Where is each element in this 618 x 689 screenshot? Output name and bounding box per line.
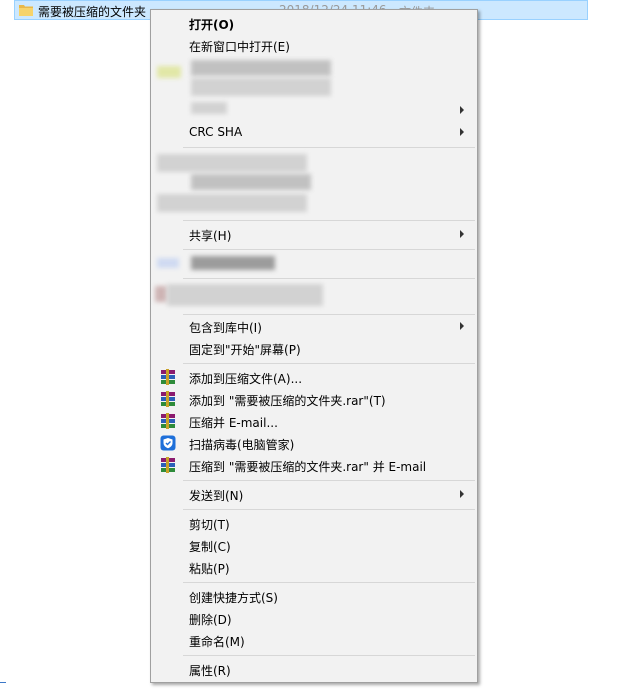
redacted-menu-text	[167, 284, 323, 306]
menu-item-label: 打开(O)	[189, 18, 235, 32]
winrar-books-icon	[161, 369, 175, 385]
menu-item-compress-rar-email[interactable]: 压缩到 "需要被压缩的文件夹.rar" 并 E-mail	[151, 454, 477, 476]
menu-item-open-new-window[interactable]: 在新窗口中打开(E)	[151, 34, 477, 56]
menu-item-label: 添加到 "需要被压缩的文件夹.rar"(T)	[189, 394, 386, 408]
menu-item-label: 在新窗口中打开(E)	[189, 40, 290, 54]
redacted-menu-text	[191, 256, 275, 270]
winrar-books-icon	[161, 457, 175, 473]
menu-item-redacted-submenu[interactable]	[151, 99, 477, 121]
menu-item-label: 重命名(M)	[189, 635, 245, 649]
menu-item-label: 包含到库中(I)	[189, 321, 262, 335]
menu-separator	[183, 220, 475, 221]
menu-item-delete[interactable]: 删除(D)	[151, 607, 477, 629]
menu-item-label: CRC SHA	[189, 125, 243, 139]
menu-item-copy[interactable]: 复制(C)	[151, 534, 477, 556]
redacted-icon	[155, 286, 167, 302]
menu-separator	[183, 249, 475, 250]
submenu-arrow-icon	[460, 230, 464, 238]
menu-item-label: 粘贴(P)	[189, 562, 230, 576]
submenu-arrow-icon	[460, 322, 464, 330]
winrar-books-icon	[161, 413, 175, 429]
menu-item-label: 属性(R)	[189, 664, 231, 678]
menu-item-cut[interactable]: 剪切(T)	[151, 512, 477, 534]
menu-separator	[183, 582, 475, 583]
context-menu: 打开(O) 在新窗口中打开(E) CRC SHA 共享(H) 包含到库中(I) …	[150, 9, 478, 683]
menu-separator	[183, 363, 475, 364]
redacted-icon	[157, 66, 181, 78]
menu-item-add-to-rar[interactable]: 添加到 "需要被压缩的文件夹.rar"(T)	[151, 388, 477, 410]
menu-separator	[183, 509, 475, 510]
menu-item-label: 发送到(N)	[189, 489, 244, 503]
menu-item-label: 压缩并 E-mail...	[189, 416, 278, 430]
menu-item-share[interactable]: 共享(H)	[151, 223, 477, 245]
menu-item-label: 删除(D)	[189, 613, 232, 627]
winrar-books-icon	[161, 391, 175, 407]
menu-item-label: 创建快捷方式(S)	[189, 591, 278, 605]
menu-item-label: 共享(H)	[189, 229, 232, 243]
edge-mark	[0, 682, 6, 686]
menu-item-rename[interactable]: 重命名(M)	[151, 629, 477, 651]
menu-separator	[183, 147, 475, 148]
file-name: 需要被压缩的文件夹	[38, 5, 147, 19]
redacted-menu-text	[191, 78, 331, 96]
submenu-arrow-icon	[460, 128, 464, 136]
redacted-icon	[157, 258, 179, 268]
menu-item-send-to[interactable]: 发送到(N)	[151, 483, 477, 505]
menu-item-crc-sha[interactable]: CRC SHA	[151, 121, 477, 143]
menu-item-paste[interactable]: 粘贴(P)	[151, 556, 477, 578]
menu-item-open[interactable]: 打开(O)	[151, 12, 477, 34]
menu-item-label: 扫描病毒(电脑管家)	[189, 438, 295, 452]
menu-item-label: 压缩到 "需要被压缩的文件夹.rar" 并 E-mail	[189, 460, 427, 474]
redacted-menu-text	[191, 174, 311, 190]
menu-separator	[183, 480, 475, 481]
menu-item-include-in-library[interactable]: 包含到库中(I)	[151, 315, 477, 337]
redacted-menu-text	[157, 154, 307, 172]
menu-item-create-shortcut[interactable]: 创建快捷方式(S)	[151, 585, 477, 607]
menu-separator	[183, 278, 475, 279]
menu-item-label: 剪切(T)	[189, 518, 230, 532]
menu-item-pin-to-start[interactable]: 固定到"开始"屏幕(P)	[151, 337, 477, 359]
menu-item-scan-virus[interactable]: 扫描病毒(电脑管家)	[151, 432, 477, 454]
menu-item-label: 添加到压缩文件(A)...	[189, 372, 303, 386]
submenu-arrow-icon	[460, 106, 464, 114]
redacted-menu-text	[157, 194, 307, 212]
menu-separator	[183, 655, 475, 656]
menu-item-add-to-archive[interactable]: 添加到压缩文件(A)...	[151, 366, 477, 388]
submenu-arrow-icon	[460, 490, 464, 498]
menu-item-label: 复制(C)	[189, 540, 231, 554]
folder-icon	[19, 5, 33, 16]
menu-item-compress-email[interactable]: 压缩并 E-mail...	[151, 410, 477, 432]
redacted-menu-text	[191, 60, 331, 76]
menu-item-properties[interactable]: 属性(R)	[151, 658, 477, 680]
pc-manager-shield-icon	[160, 435, 176, 451]
menu-item-label: 固定到"开始"屏幕(P)	[189, 343, 301, 357]
